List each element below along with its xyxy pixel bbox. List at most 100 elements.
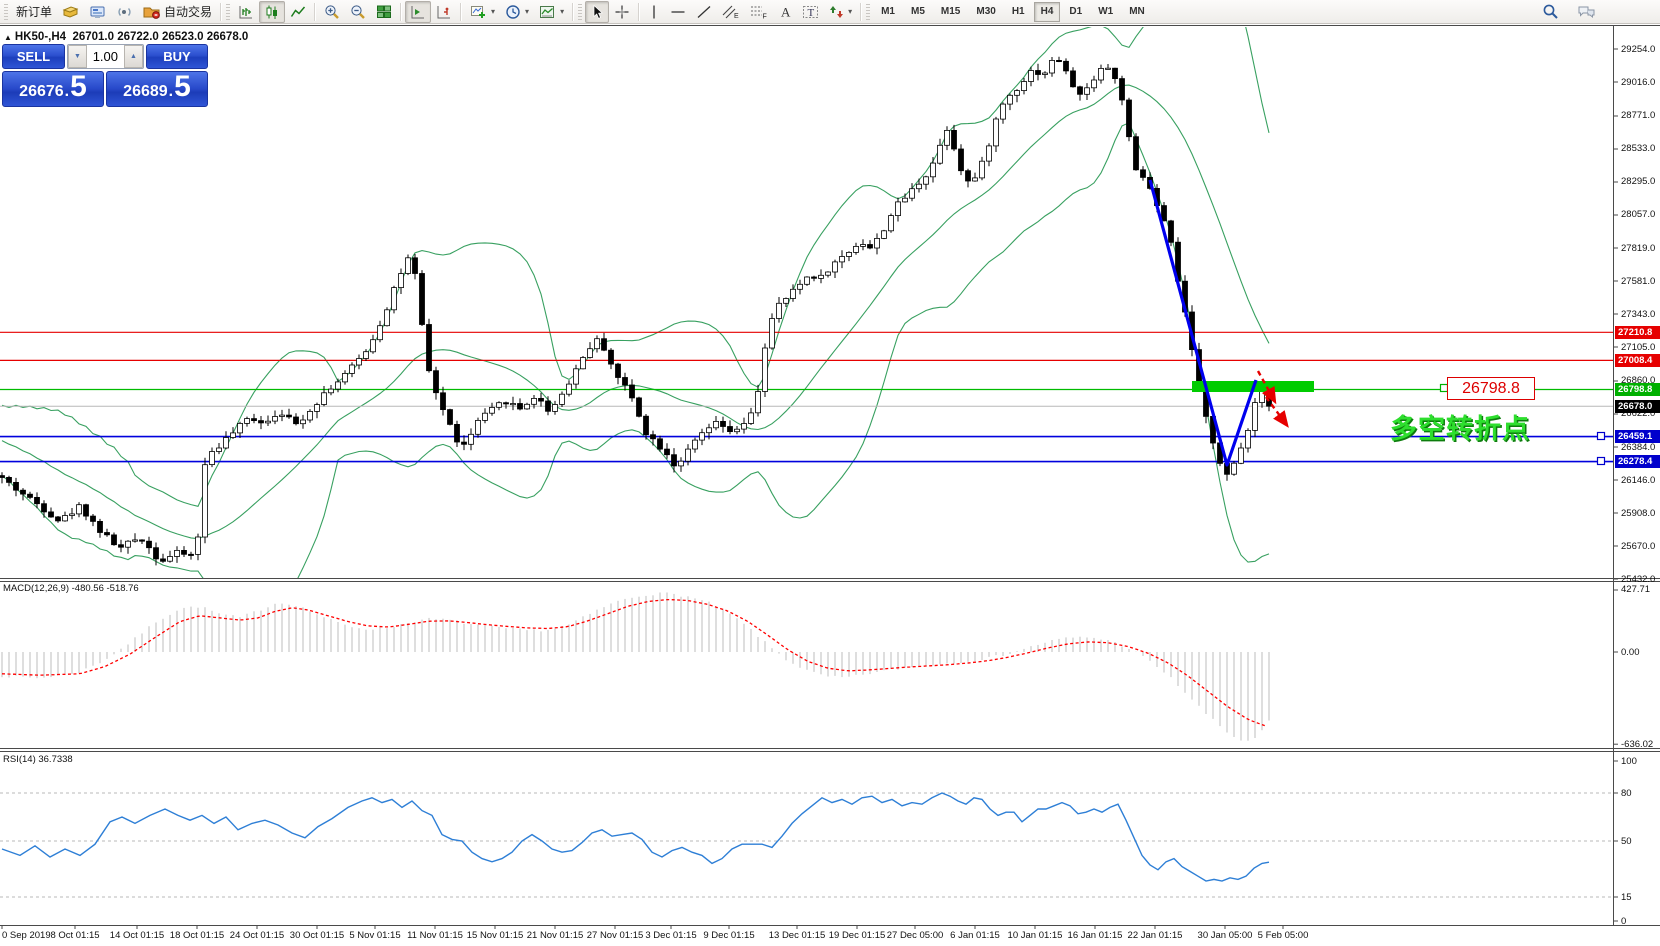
buy-price-dot: . <box>169 83 173 101</box>
price-callout[interactable]: 26798.8 <box>1447 377 1535 400</box>
trend-glyph <box>696 4 712 20</box>
tf-mn[interactable]: MN <box>1122 2 1152 22</box>
channel-icon[interactable]: E <box>717 1 745 23</box>
volume-stepper: ▼ 1.00 ▲ <box>67 44 144 69</box>
arrows-glyph <box>829 4 844 20</box>
zoom-out-icon[interactable] <box>345 1 371 23</box>
tf-m5[interactable]: M5 <box>904 2 932 22</box>
tile-windows-icon[interactable] <box>371 1 397 23</box>
buy-button[interactable]: BUY <box>146 44 208 69</box>
y-axis-tick: 27105.0 <box>1621 342 1655 353</box>
trendline-icon[interactable] <box>691 1 717 23</box>
chart-shift-icon[interactable] <box>431 1 457 23</box>
y-axis-tick: 28295.0 <box>1621 176 1655 187</box>
x-axis-label: 5 Nov 01:15 <box>349 930 400 941</box>
channel-glyph: E <box>722 4 740 20</box>
sell-price-main: 26676 <box>19 83 64 101</box>
object-handle[interactable] <box>1598 433 1605 440</box>
tf-w1[interactable]: W1 <box>1091 2 1120 22</box>
volume-decrease-button[interactable]: ▼ <box>68 45 87 68</box>
cursor-icon[interactable] <box>585 1 609 23</box>
macd-signal-line <box>2 600 1266 727</box>
tf-m1[interactable]: M1 <box>874 2 902 22</box>
fibonacci-icon[interactable]: F <box>745 1 773 23</box>
candlestick-chart-icon[interactable] <box>259 1 285 23</box>
chat-glyph <box>1577 4 1596 20</box>
y-axis-tick: 29254.0 <box>1621 44 1655 55</box>
bollinger-lower-band <box>2 123 1269 617</box>
cursor-glyph <box>590 4 604 20</box>
tf-h1-label: H1 <box>1012 6 1025 17</box>
vertical-line-icon[interactable] <box>643 1 665 23</box>
toolbar-separator <box>572 3 574 21</box>
search-glyph <box>1542 3 1559 20</box>
rsi-pane <box>0 793 1613 897</box>
y-axis-tick: 27343.0 <box>1621 309 1655 320</box>
fibo-glyph: F <box>750 4 768 20</box>
rsi-line <box>2 793 1269 881</box>
labelT-glyph: T <box>802 4 819 20</box>
x-axis-label: 14 Oct 01:15 <box>110 930 164 941</box>
line-chart-icon[interactable] <box>285 1 311 23</box>
sell-price-pip: 5 <box>70 72 87 102</box>
label-icon[interactable]: T <box>797 1 824 23</box>
volume-input[interactable]: 1.00 <box>87 45 124 68</box>
broadcast-glyph <box>116 4 133 20</box>
price-badge-26278.4: 26278.4 <box>1615 455 1660 468</box>
crosshair-icon[interactable] <box>609 1 635 23</box>
sell-price-dot: . <box>65 83 69 101</box>
new-order-button-label: 新订单 <box>16 3 52 20</box>
one-click-trading-panel: SELL ▼ 1.00 ▲ BUY 26676.5 26689.5 <box>2 44 208 107</box>
tf-h1[interactable]: H1 <box>1005 2 1032 22</box>
buy-price-button[interactable]: 26689.5 <box>106 71 208 107</box>
object-handle[interactable] <box>1598 458 1605 465</box>
arrows-icon[interactable]: ▾ <box>824 1 857 23</box>
price-badge-26459.1: 26459.1 <box>1615 430 1660 443</box>
volume-increase-button[interactable]: ▲ <box>124 45 143 68</box>
vline-glyph <box>648 4 660 20</box>
tf-h4[interactable]: H4 <box>1034 2 1061 22</box>
trend-zigzag-line[interactable] <box>1150 180 1256 465</box>
tf-m30[interactable]: M30 <box>969 2 1002 22</box>
sell-price-button[interactable]: 26676.5 <box>2 71 104 107</box>
tf-d1[interactable]: D1 <box>1062 2 1089 22</box>
chat-icon[interactable] <box>1572 1 1601 23</box>
annotation-text[interactable]: 多空转折点 <box>1352 407 1530 446</box>
sell-button[interactable]: SELL <box>2 44 65 69</box>
signals-icon[interactable] <box>111 1 138 23</box>
metaeditor-icon[interactable] <box>57 1 84 23</box>
rsi-axis-tick: 0 <box>1621 916 1626 927</box>
chart-canvas[interactable] <box>0 0 1660 946</box>
market-watch-icon[interactable] <box>84 1 111 23</box>
x-axis-label: 13 Dec 01:15 <box>769 930 826 941</box>
new-order-button[interactable]: 新订单 <box>11 1 57 23</box>
y-axis-tick: 25670.0 <box>1621 541 1655 552</box>
tf-m15[interactable]: M15 <box>934 2 967 22</box>
chevron-down-icon: ▾ <box>525 7 529 16</box>
svg-text:F: F <box>763 13 767 20</box>
indicators-icon[interactable]: ▾ <box>465 1 500 23</box>
autotrading-button[interactable]: 自动交易 <box>138 1 217 23</box>
x-axis-label: 15 Nov 01:15 <box>467 930 524 941</box>
periods-icon[interactable]: ▾ <box>500 1 534 23</box>
zoom-in-icon[interactable] <box>319 1 345 23</box>
main-price-pane <box>0 0 1613 617</box>
toolbar-grip <box>866 4 870 20</box>
y-axis-tick: 27581.0 <box>1621 276 1655 287</box>
x-axis-label: 24 Oct 01:15 <box>230 930 284 941</box>
oct-collapse-icon[interactable]: ▲ <box>4 33 12 42</box>
text-icon[interactable]: A <box>773 1 797 23</box>
x-axis-label: 21 Nov 01:15 <box>527 930 584 941</box>
auto-scroll-icon[interactable] <box>405 1 431 23</box>
templates-icon[interactable]: ▾ <box>534 1 569 23</box>
y-axis-tick: 25432.0 <box>1621 574 1655 585</box>
rsi-axis-tick: 15 <box>1621 892 1632 903</box>
horizontal-line-icon[interactable] <box>665 1 691 23</box>
bar-chart-icon[interactable] <box>233 1 259 23</box>
tf-m1-label: M1 <box>881 6 895 17</box>
price-badge-27008.4: 27008.4 <box>1615 354 1660 367</box>
buy-price-main: 26689 <box>123 83 168 101</box>
search-icon[interactable] <box>1537 1 1564 23</box>
y-axis-tick: 25908.0 <box>1621 508 1655 519</box>
y-axis-tick: 28771.0 <box>1621 110 1655 121</box>
